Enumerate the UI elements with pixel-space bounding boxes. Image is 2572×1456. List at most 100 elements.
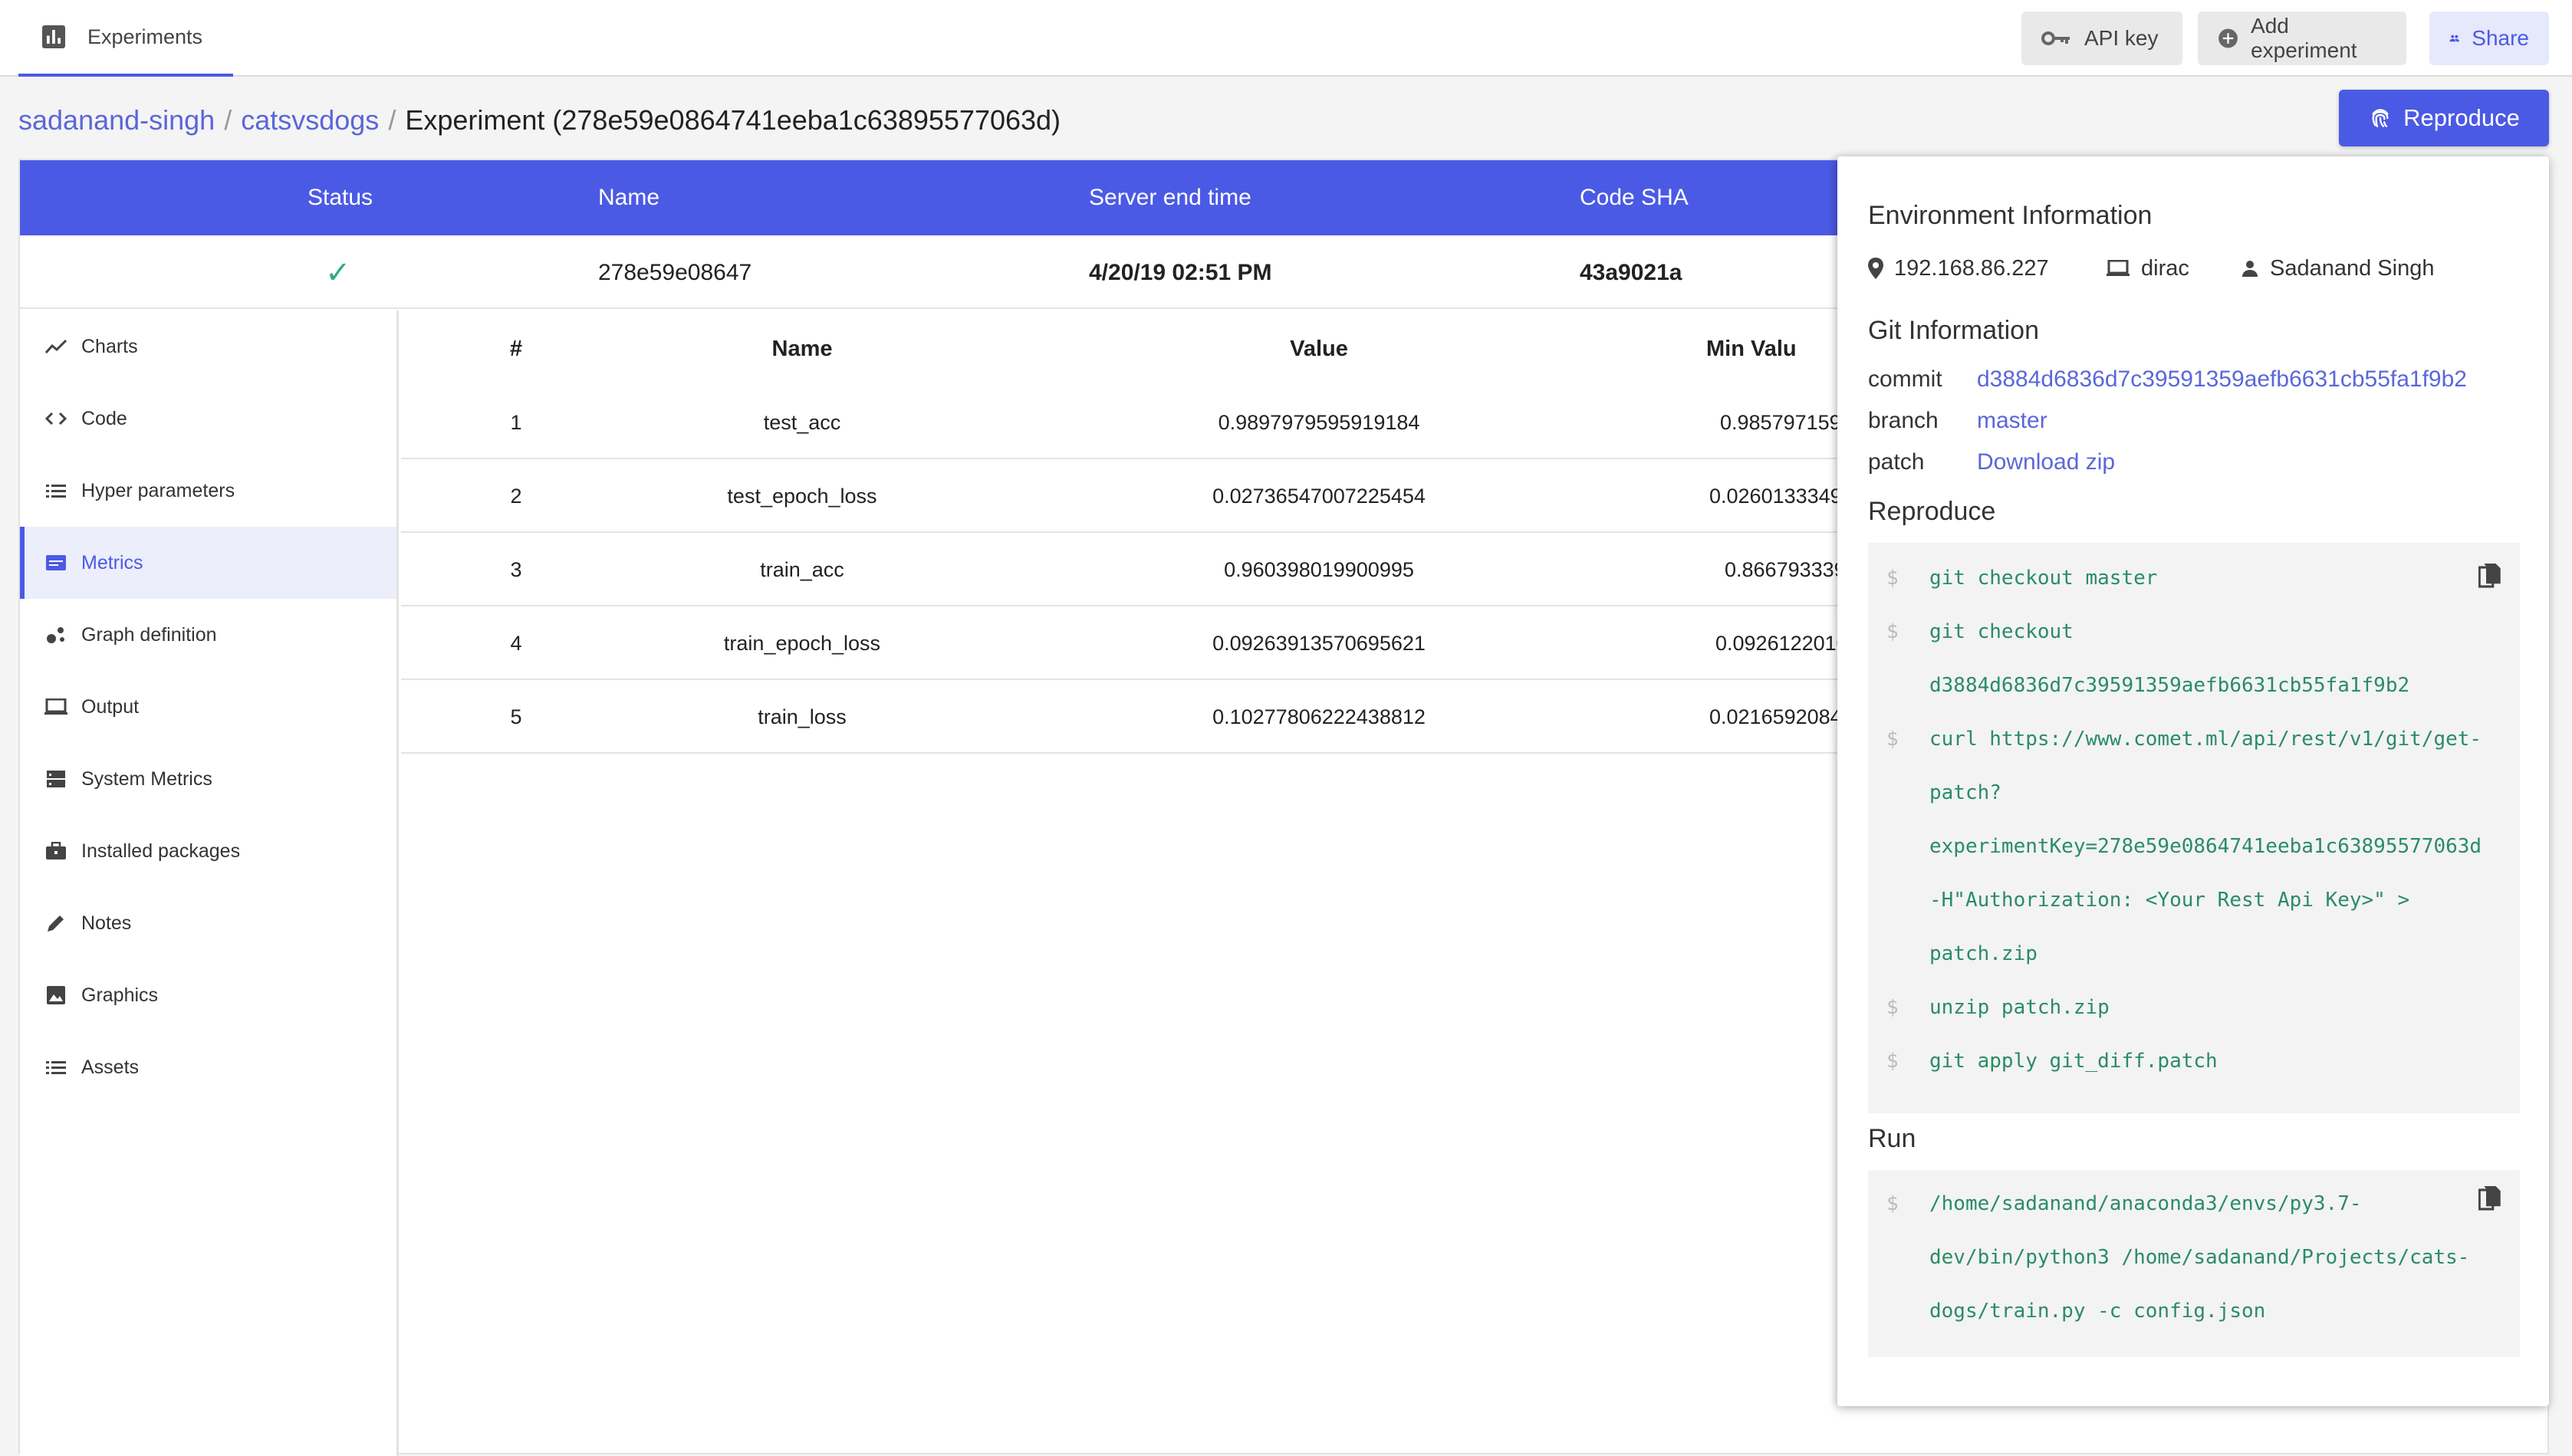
commit-link[interactable]: d3884d6836d7c39591359aefb6631cb55fa1f9b2 [1977,366,2467,393]
branch-label: branch [1868,408,1939,433]
branch-link[interactable]: master [1977,408,2047,434]
sidebar-item-label: Notes [81,912,132,934]
run-code-block[interactable]: $ /home/sadanand/anaconda3/envs/py3.7- d… [1868,1170,2520,1357]
add-experiment-button[interactable]: Add experiment [2198,12,2406,65]
sidebar-item-hyper-parameters[interactable]: Hyper parameters [20,455,396,527]
server-end-time: 4/20/19 02:51 PM [1089,260,1272,285]
api-key-button[interactable]: API key [2021,12,2182,65]
sidebar-item-system-metrics[interactable]: System Metrics [20,743,396,815]
chart-line-icon [44,335,67,358]
sidebar-item-graphics[interactable]: Graphics [20,959,396,1031]
summary-header: Status Name Server end time Code SHA [20,160,1860,235]
list-icon [44,479,67,502]
sidebar-item-metrics[interactable]: Metrics [20,527,396,599]
sidebar-item-charts[interactable]: Charts [20,311,396,383]
sidebar-item-label: Graphics [81,984,159,1006]
code-line: git checkout [1929,620,2074,643]
commit-label: commit [1868,366,1942,392]
table-row[interactable]: 1 test_acc 0.9897979595919184 0.98579715… [401,386,1866,459]
breadcrumb-separator: / [224,104,232,136]
sidebar-item-notes[interactable]: Notes [20,887,396,959]
table-row[interactable]: 2 test_epoch_loss 0.02736547007225454 0.… [401,459,1876,533]
pencil-icon [44,912,67,935]
prompt-symbol: $ [1886,1050,1899,1073]
page-title: Experiment (278e59e0864741eeba1c63895577… [405,104,1061,136]
api-key-label: API key [2084,26,2159,50]
sidebar-item-label: Output [81,695,140,718]
environment-info-title: Environment Information [1868,201,2153,230]
git-info-title: Git Information [1868,316,2039,345]
metric-name: train_acc [760,558,844,581]
share-button[interactable]: Share [2429,12,2549,65]
image-icon [44,984,67,1007]
copy-icon[interactable] [2478,1184,2501,1211]
row-index: 2 [510,485,522,508]
graph-icon [44,623,67,646]
code-line: unzip patch.zip [1929,996,2110,1019]
code-line: -H"Authorization: <Your Rest Api Key>" > [1929,889,2410,912]
sidebar-item-label: Charts [81,335,138,357]
reproduce-button-label: Reproduce [2403,104,2520,131]
code-icon [44,407,67,430]
bar-chart-icon [42,25,65,48]
reproduce-button[interactable]: Reproduce [2339,90,2549,146]
sidebar-item-label: Metrics [81,551,143,574]
breadcrumb-user-link[interactable]: sadanand-singh [18,104,215,136]
reproduce-code-block[interactable]: $ git checkout master $ git checkout d38… [1868,543,2520,1113]
metric-value: 0.09263913570695621 [1212,632,1426,655]
sidebar-item-output[interactable]: Output [20,671,396,743]
column-header-status: Status [308,185,373,210]
breadcrumb-project-link[interactable]: catsvsdogs [241,104,379,136]
metric-value: 0.10277806222438812 [1212,705,1426,728]
sidebar-item-label: Code [81,407,127,429]
env-host: dirac [2106,251,2189,285]
prompt-symbol: $ [1886,728,1899,751]
laptop-icon [44,695,67,718]
metric-value: 0.960398019900995 [1224,558,1414,581]
laptop-icon [2107,260,2130,276]
copy-icon[interactable] [2478,561,2501,589]
sidebar-item-label: Graph definition [81,623,217,646]
code-line: /home/sadanand/anaconda3/envs/py3.7- [1929,1192,2362,1215]
column-header-code-sha: Code SHA [1580,185,1689,210]
env-host-value: dirac [2141,255,2189,281]
reproduce-title: Reproduce [1868,497,1996,526]
row-index: 3 [510,558,522,581]
env-ip-value: 192.168.86.227 [1894,255,2049,281]
sidebar-item-label: Hyper parameters [81,479,235,501]
key-icon [2041,31,2070,45]
tab-experiments[interactable]: Experiments [18,0,233,77]
metric-value: 0.9897979595919184 [1218,411,1420,434]
table-row[interactable]: 4 train_epoch_loss 0.09263913570695621 0… [401,606,1871,680]
prompt-symbol: $ [1886,1192,1899,1215]
status-check-icon: ✓ [325,256,351,290]
sidebar-item-graph-definition[interactable]: Graph definition [20,599,396,671]
people-icon [2449,35,2459,42]
sidebar-item-label: Assets [81,1056,140,1078]
fingerprint-icon [2372,109,2389,127]
metrics-table: # Name Value Min Valu 1 test_acc 0.98979… [401,311,1876,916]
breadcrumb-separator: / [388,104,396,136]
experiment-name: 278e59e08647 [598,260,752,285]
code-line: dev/bin/python3 /home/sadanand/Projects/… [1929,1246,2470,1269]
metric-name: test_epoch_loss [727,485,877,508]
code-sha: 43a9021a [1580,260,1682,285]
metric-name: train_epoch_loss [723,632,881,655]
code-line: d3884d6836d7c39591359aefb6631cb55fa1f9b2 [1929,674,2410,697]
breadcrumb: sadanand-singh / catsvsdogs / Experiment… [18,100,1061,141]
column-header-value: Value [1290,337,1348,361]
sidebar-item-installed-packages[interactable]: Installed packages [20,815,396,887]
prompt-symbol: $ [1886,996,1899,1019]
tab-experiments-label: Experiments [87,25,203,48]
table-row[interactable]: 5 train_loss 0.10277806222438812 0.02165… [401,680,1866,754]
table-row[interactable]: 3 train_acc 0.960398019900995 0.86679333… [401,533,1869,606]
download-zip-link[interactable]: Download zip [1977,449,2115,475]
code-line: patch? [1929,781,2001,804]
env-user-value: Sadanand Singh [2270,255,2435,281]
code-line: git apply git_diff.patch [1929,1050,2218,1073]
sidebar-item-label: Installed packages [81,840,241,862]
sidebar-item-code[interactable]: Code [20,383,396,455]
column-header-index: # [509,337,523,361]
sidebar-item-assets[interactable]: Assets [20,1031,396,1103]
code-line: patch.zip [1929,942,2038,965]
